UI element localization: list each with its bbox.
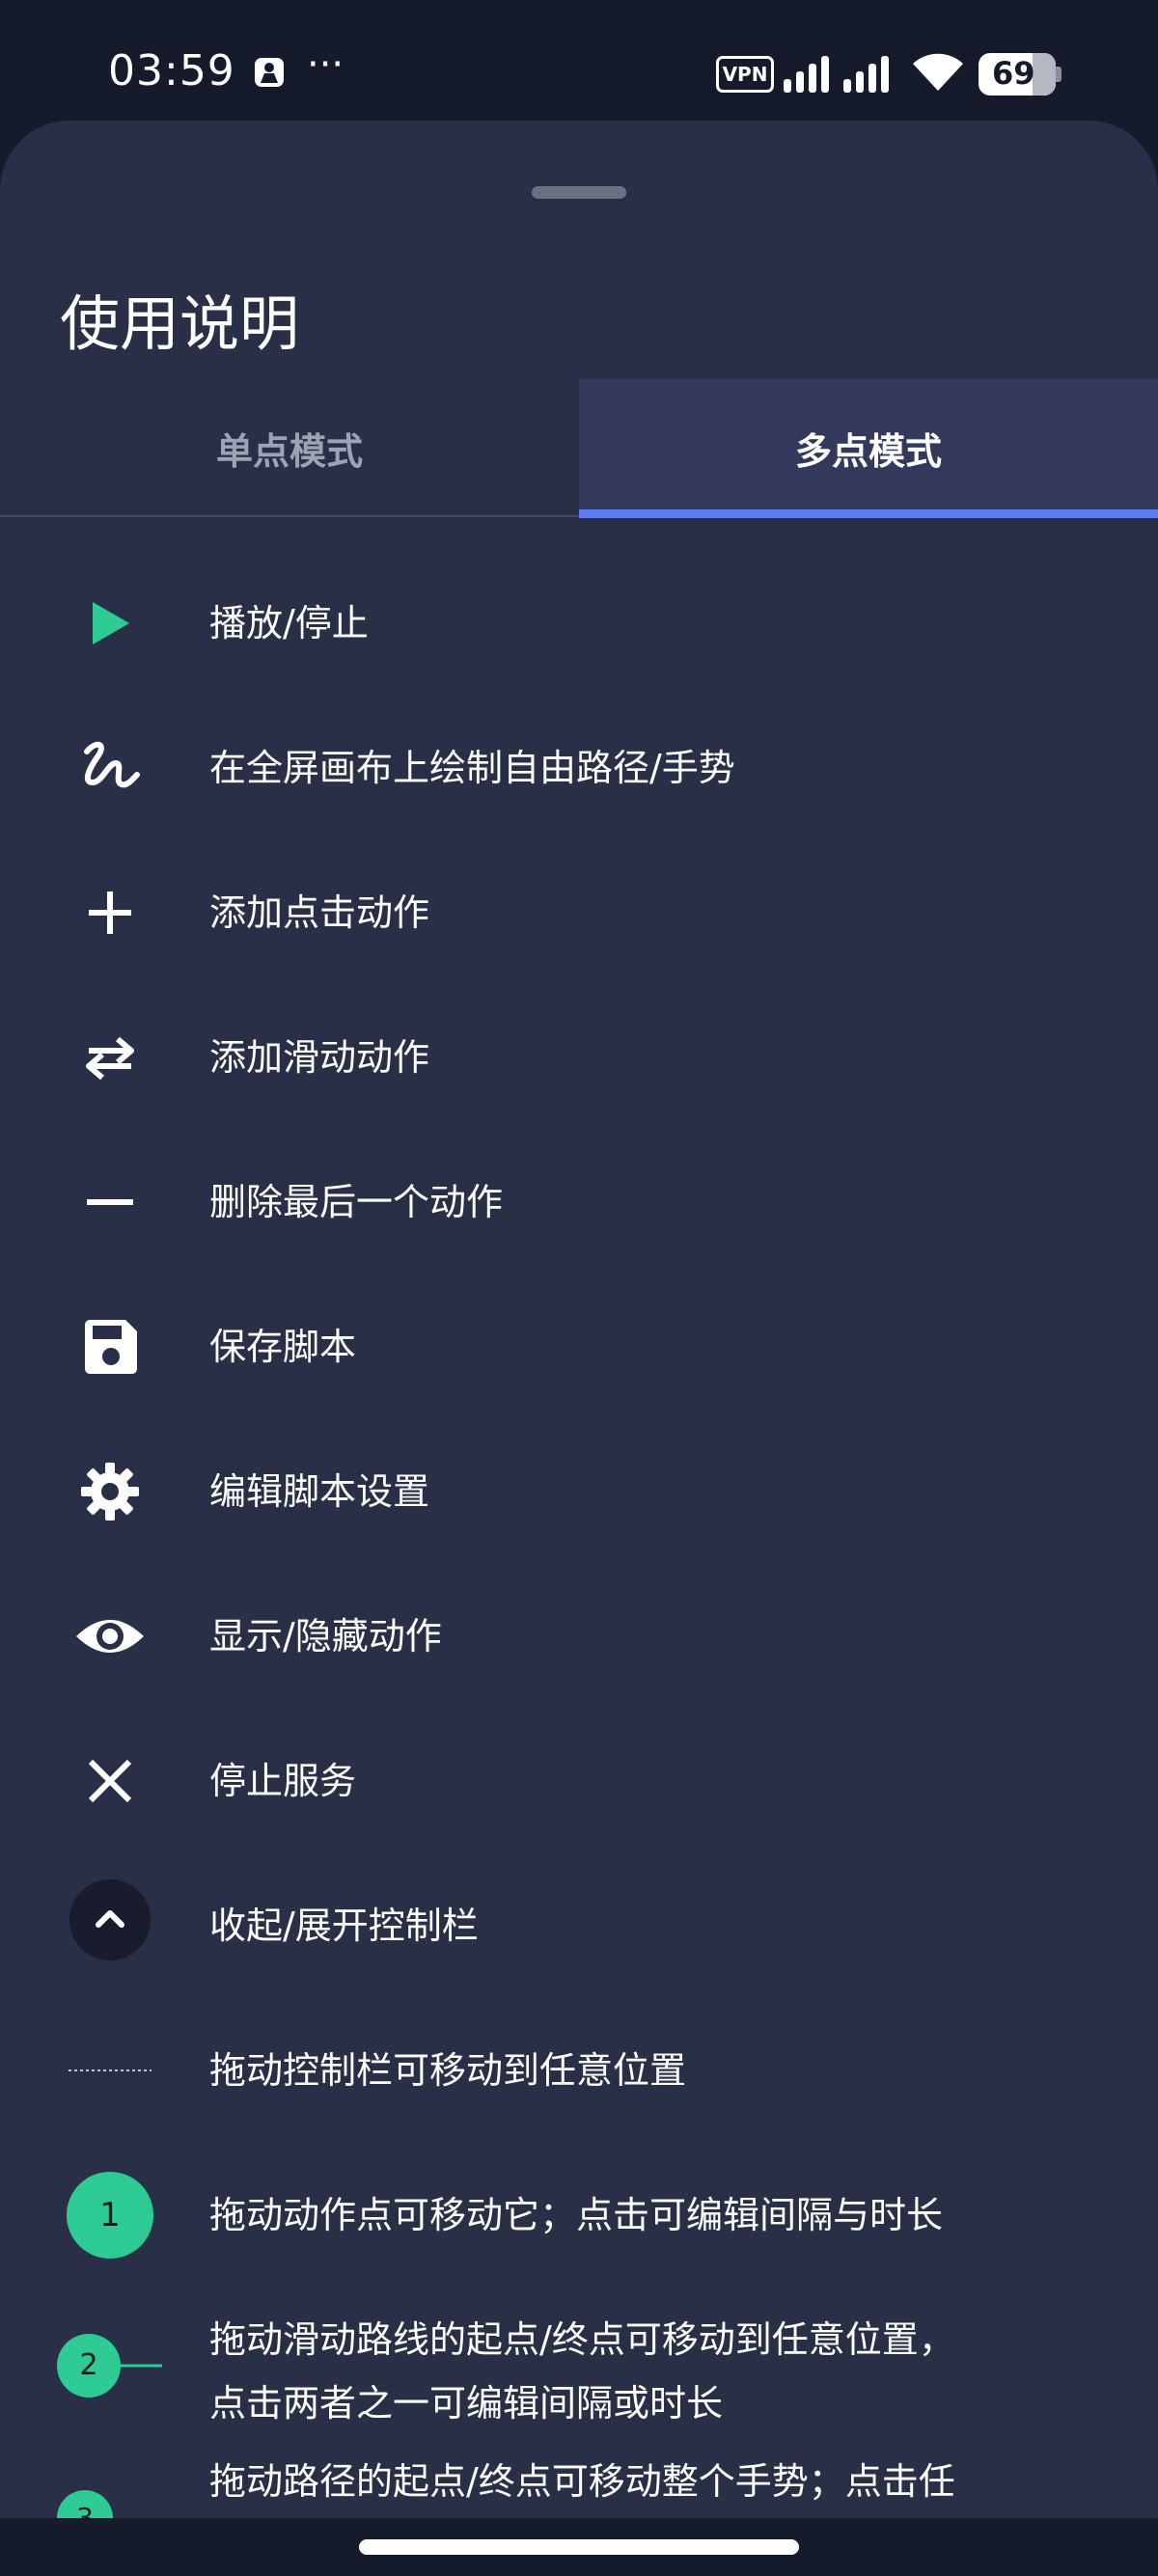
list-item-label: 显示/隐藏动作 <box>209 1615 442 1658</box>
list-item-label: 收起/展开控制栏 <box>209 1905 479 1947</box>
more-notifications-icon: ··· <box>307 42 345 87</box>
list-item: 在全屏画布上绘制自由路径/手势 <box>0 695 1158 839</box>
list-item-label: 拖动路径的起点/终点可移动整个手势；点击任 <box>209 2460 955 2503</box>
battery-tip <box>1056 67 1062 82</box>
status-bar: 03:59 ··· VPN 69 <box>0 0 1158 121</box>
list-item-label: 添加点击动作 <box>209 891 430 934</box>
instructions-sheet: 使用说明 单点模式 多点模式 播放/停止 在全屏画布上绘制自由路径/手势 添加点… <box>0 121 1158 2576</box>
list-item: 2 拖动滑动路线的起点/终点可移动到任意位置， 点击两者之一可编辑间隔或时长 <box>0 2287 1158 2441</box>
list-item-label: 拖动动作点可移动它；点击可编辑间隔与时长 <box>209 2194 944 2236</box>
sheet-title: 使用说明 <box>60 288 300 359</box>
list-item-label: 添加滑动动作 <box>209 1036 430 1079</box>
close-icon <box>64 1751 156 1811</box>
signal-icon <box>784 56 889 93</box>
wifi-icon <box>913 53 963 91</box>
plus-icon <box>64 883 156 943</box>
list-item: 播放/停止 <box>0 550 1158 695</box>
drag-line-icon <box>64 2041 156 2100</box>
list-item: 收起/展开控制栏 <box>0 1852 1158 1997</box>
swipe-point-badge: 2 <box>79 2348 98 2382</box>
list-item: 添加滑动动作 <box>0 984 1158 1129</box>
list-item: 停止服务 <box>0 1708 1158 1852</box>
app-notification-icon <box>255 58 284 87</box>
list-item: 显示/隐藏动作 <box>0 1563 1158 1708</box>
list-item-label: 编辑脚本设置 <box>209 1470 430 1513</box>
list-item: 1 拖动动作点可移动它；点击可编辑间隔与时长 <box>0 2142 1158 2287</box>
battery-level: 69 <box>992 55 1035 92</box>
list-item-label: 拖动控制栏可移动到任意位置 <box>209 2049 687 2092</box>
list-item-label-line1: 拖动滑动路线的起点/终点可移动到任意位置， <box>209 2318 955 2361</box>
swipe-point-icon: 2 <box>56 2333 164 2398</box>
drag-handle[interactable] <box>532 186 626 199</box>
gesture-icon <box>64 738 156 798</box>
list-item-label-line2: 点击两者之一可编辑间隔或时长 <box>209 2382 724 2425</box>
list-item-label: 在全屏画布上绘制自由路径/手势 <box>209 747 735 789</box>
list-item: 拖动控制栏可移动到任意位置 <box>0 1997 1158 2142</box>
list-item: 删除最后一个动作 <box>0 1129 1158 1274</box>
mode-tabs: 单点模式 多点模式 <box>0 379 1158 518</box>
action-point-badge: 1 <box>99 2196 121 2234</box>
battery-icon: 69 <box>979 53 1056 96</box>
chevron-up-icon <box>64 1879 156 1960</box>
list-item: 编辑脚本设置 <box>0 1418 1158 1563</box>
swap-arrows-icon <box>64 1028 156 1087</box>
list-item: 添加点击动作 <box>0 839 1158 984</box>
list-item-label: 保存脚本 <box>209 1326 357 1368</box>
minus-icon <box>64 1172 156 1232</box>
save-icon <box>64 1317 156 1377</box>
list-item-label: 删除最后一个动作 <box>209 1181 504 1223</box>
home-indicator[interactable] <box>359 2539 799 2555</box>
list-item-label: 停止服务 <box>209 1760 357 1802</box>
tab-indicator <box>579 509 1158 518</box>
tab-multi-point[interactable]: 多点模式 <box>579 379 1158 517</box>
list-item-label: 播放/停止 <box>209 602 369 644</box>
play-icon <box>64 593 156 653</box>
tab-single-point[interactable]: 单点模式 <box>0 379 579 517</box>
vpn-icon: VPN <box>716 56 774 93</box>
list-item-label: 拖动滑动路线的起点/终点可移动到任意位置， 点击两者之一可编辑间隔或时长 <box>209 2308 955 2435</box>
list-item: 保存脚本 <box>0 1274 1158 1418</box>
eye-icon <box>64 1606 156 1666</box>
gear-icon <box>64 1462 156 1521</box>
status-time: 03:59 <box>108 46 235 96</box>
action-point-icon: 1 <box>64 2169 156 2261</box>
